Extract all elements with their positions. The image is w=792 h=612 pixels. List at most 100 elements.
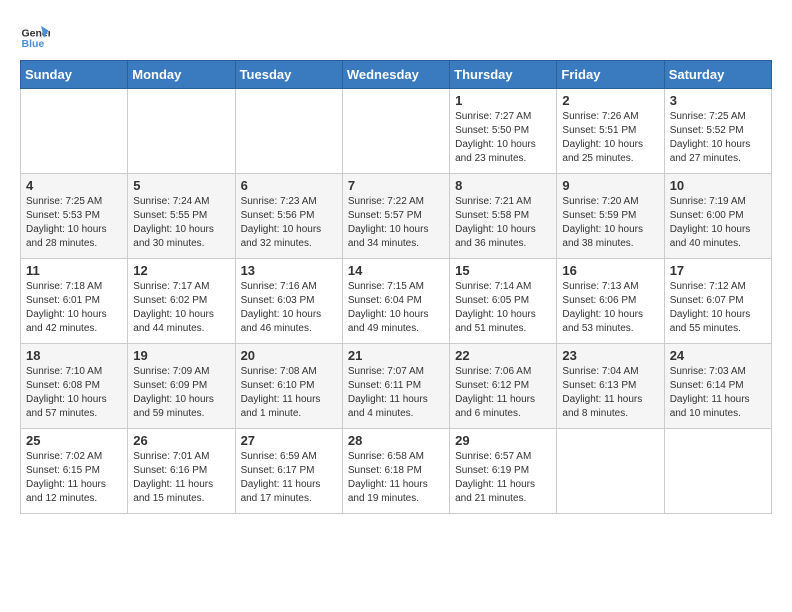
- calendar-cell: 24 Sunrise: 7:03 AM Sunset: 6:14 PM Dayli…: [664, 344, 771, 429]
- day-info: Sunrise: 7:19 AM Sunset: 6:00 PM Dayligh…: [670, 195, 766, 251]
- day-header-friday: Friday: [557, 61, 664, 89]
- calendar-week-3: 11Sunrise: 7:18 AM Sunset: 6:01 PM Dayli…: [21, 259, 772, 344]
- calendar-cell: 6 Sunrise: 7:23 AM Sunset: 5:56 PM Daylig…: [235, 174, 342, 259]
- day-number: 25: [26, 433, 122, 448]
- day-info: Sunrise: 7:03 AM Sunset: 6:14 PM Dayligh…: [670, 365, 766, 421]
- day-info: Sunrise: 7:22 AM Sunset: 5:57 PM Dayligh…: [348, 195, 444, 251]
- calendar-cell: 13 Sunrise: 7:16 AM Sunset: 6:03 PM Dayli…: [235, 259, 342, 344]
- calendar-cell: 1Sunrise: 7:27 AM Sunset: 5:50 PM Daylig…: [450, 89, 557, 174]
- calendar-cell: [128, 89, 235, 174]
- day-info: Sunrise: 7:25 AM Sunset: 5:52 PM Dayligh…: [670, 110, 766, 166]
- day-header-wednesday: Wednesday: [342, 61, 449, 89]
- day-number: 8: [455, 178, 551, 193]
- day-info: Sunrise: 7:09 AM Sunset: 6:09 PM Dayligh…: [133, 365, 229, 421]
- day-info: Sunrise: 7:08 AM Sunset: 6:10 PM Dayligh…: [241, 365, 337, 421]
- day-header-saturday: Saturday: [664, 61, 771, 89]
- day-number: 21: [348, 348, 444, 363]
- day-info: Sunrise: 7:20 AM Sunset: 5:59 PM Dayligh…: [562, 195, 658, 251]
- day-info: Sunrise: 7:04 AM Sunset: 6:13 PM Dayligh…: [562, 365, 658, 421]
- calendar-cell: 8 Sunrise: 7:21 AM Sunset: 5:58 PM Daylig…: [450, 174, 557, 259]
- day-number: 20: [241, 348, 337, 363]
- day-number: 22: [455, 348, 551, 363]
- calendar-cell: 26 Sunrise: 7:01 AM Sunset: 6:16 PM Dayli…: [128, 429, 235, 514]
- day-number: 15: [455, 263, 551, 278]
- calendar-cell: 17 Sunrise: 7:12 AM Sunset: 6:07 PM Dayli…: [664, 259, 771, 344]
- day-number: 13: [241, 263, 337, 278]
- day-info: Sunrise: 7:24 AM Sunset: 5:55 PM Dayligh…: [133, 195, 229, 251]
- day-number: 9: [562, 178, 658, 193]
- day-number: 4: [26, 178, 122, 193]
- page-header: General Blue: [20, 20, 772, 50]
- day-header-tuesday: Tuesday: [235, 61, 342, 89]
- calendar-cell: 29 Sunrise: 6:57 AM Sunset: 6:19 PM Dayli…: [450, 429, 557, 514]
- calendar-header-row: SundayMondayTuesdayWednesdayThursdayFrid…: [21, 61, 772, 89]
- calendar-cell: [21, 89, 128, 174]
- day-header-sunday: Sunday: [21, 61, 128, 89]
- day-info: Sunrise: 7:14 AM Sunset: 6:05 PM Dayligh…: [455, 280, 551, 336]
- day-info: Sunrise: 7:01 AM Sunset: 6:16 PM Dayligh…: [133, 450, 229, 506]
- day-info: Sunrise: 7:10 AM Sunset: 6:08 PM Dayligh…: [26, 365, 122, 421]
- day-number: 3: [670, 93, 766, 108]
- calendar-cell: 2 Sunrise: 7:26 AM Sunset: 5:51 PM Daylig…: [557, 89, 664, 174]
- day-number: 27: [241, 433, 337, 448]
- day-number: 28: [348, 433, 444, 448]
- calendar-cell: 4 Sunrise: 7:25 AM Sunset: 5:53 PM Daylig…: [21, 174, 128, 259]
- calendar-cell: 7 Sunrise: 7:22 AM Sunset: 5:57 PM Daylig…: [342, 174, 449, 259]
- calendar-cell: [664, 429, 771, 514]
- day-number: 12: [133, 263, 229, 278]
- calendar-cell: 22 Sunrise: 7:06 AM Sunset: 6:12 PM Dayli…: [450, 344, 557, 429]
- day-info: Sunrise: 7:23 AM Sunset: 5:56 PM Dayligh…: [241, 195, 337, 251]
- day-info: Sunrise: 7:06 AM Sunset: 6:12 PM Dayligh…: [455, 365, 551, 421]
- calendar-cell: [557, 429, 664, 514]
- calendar-week-5: 25 Sunrise: 7:02 AM Sunset: 6:15 PM Dayli…: [21, 429, 772, 514]
- calendar-cell: 27Sunrise: 6:59 AM Sunset: 6:17 PM Dayli…: [235, 429, 342, 514]
- day-header-monday: Monday: [128, 61, 235, 89]
- day-number: 18: [26, 348, 122, 363]
- day-info: Sunrise: 7:21 AM Sunset: 5:58 PM Dayligh…: [455, 195, 551, 251]
- calendar-cell: 5Sunrise: 7:24 AM Sunset: 5:55 PM Daylig…: [128, 174, 235, 259]
- logo: General Blue: [20, 20, 50, 50]
- day-info: Sunrise: 7:17 AM Sunset: 6:02 PM Dayligh…: [133, 280, 229, 336]
- calendar-cell: 9 Sunrise: 7:20 AM Sunset: 5:59 PM Daylig…: [557, 174, 664, 259]
- day-info: Sunrise: 7:15 AM Sunset: 6:04 PM Dayligh…: [348, 280, 444, 336]
- calendar-cell: 20 Sunrise: 7:08 AM Sunset: 6:10 PM Dayli…: [235, 344, 342, 429]
- calendar-cell: [235, 89, 342, 174]
- calendar-cell: 11Sunrise: 7:18 AM Sunset: 6:01 PM Dayli…: [21, 259, 128, 344]
- day-number: 26: [133, 433, 229, 448]
- calendar-cell: 3 Sunrise: 7:25 AM Sunset: 5:52 PM Daylig…: [664, 89, 771, 174]
- day-info: Sunrise: 7:13 AM Sunset: 6:06 PM Dayligh…: [562, 280, 658, 336]
- day-info: Sunrise: 6:58 AM Sunset: 6:18 PM Dayligh…: [348, 450, 444, 506]
- day-number: 17: [670, 263, 766, 278]
- day-number: 24: [670, 348, 766, 363]
- day-info: Sunrise: 7:07 AM Sunset: 6:11 PM Dayligh…: [348, 365, 444, 421]
- calendar-week-1: 1Sunrise: 7:27 AM Sunset: 5:50 PM Daylig…: [21, 89, 772, 174]
- day-info: Sunrise: 7:26 AM Sunset: 5:51 PM Dayligh…: [562, 110, 658, 166]
- calendar-week-2: 4 Sunrise: 7:25 AM Sunset: 5:53 PM Daylig…: [21, 174, 772, 259]
- day-info: Sunrise: 7:25 AM Sunset: 5:53 PM Dayligh…: [26, 195, 122, 251]
- calendar-cell: 25 Sunrise: 7:02 AM Sunset: 6:15 PM Dayli…: [21, 429, 128, 514]
- calendar-cell: 18 Sunrise: 7:10 AM Sunset: 6:08 PM Dayli…: [21, 344, 128, 429]
- calendar-cell: 15 Sunrise: 7:14 AM Sunset: 6:05 PM Dayli…: [450, 259, 557, 344]
- day-number: 16: [562, 263, 658, 278]
- day-number: 10: [670, 178, 766, 193]
- day-info: Sunrise: 7:27 AM Sunset: 5:50 PM Dayligh…: [455, 110, 551, 166]
- day-number: 14: [348, 263, 444, 278]
- day-info: Sunrise: 7:18 AM Sunset: 6:01 PM Dayligh…: [26, 280, 122, 336]
- day-info: Sunrise: 7:16 AM Sunset: 6:03 PM Dayligh…: [241, 280, 337, 336]
- calendar-cell: 19Sunrise: 7:09 AM Sunset: 6:09 PM Dayli…: [128, 344, 235, 429]
- day-number: 6: [241, 178, 337, 193]
- logo-icon: General Blue: [20, 20, 50, 50]
- day-number: 7: [348, 178, 444, 193]
- day-info: Sunrise: 6:57 AM Sunset: 6:19 PM Dayligh…: [455, 450, 551, 506]
- day-number: 2: [562, 93, 658, 108]
- day-info: Sunrise: 7:12 AM Sunset: 6:07 PM Dayligh…: [670, 280, 766, 336]
- calendar-cell: 23Sunrise: 7:04 AM Sunset: 6:13 PM Dayli…: [557, 344, 664, 429]
- day-number: 29: [455, 433, 551, 448]
- day-info: Sunrise: 7:02 AM Sunset: 6:15 PM Dayligh…: [26, 450, 122, 506]
- calendar-table: SundayMondayTuesdayWednesdayThursdayFrid…: [20, 60, 772, 514]
- svg-text:Blue: Blue: [22, 38, 45, 50]
- calendar-cell: 14 Sunrise: 7:15 AM Sunset: 6:04 PM Dayli…: [342, 259, 449, 344]
- calendar-cell: 10 Sunrise: 7:19 AM Sunset: 6:00 PM Dayli…: [664, 174, 771, 259]
- calendar-cell: 21 Sunrise: 7:07 AM Sunset: 6:11 PM Dayli…: [342, 344, 449, 429]
- calendar-cell: 12 Sunrise: 7:17 AM Sunset: 6:02 PM Dayli…: [128, 259, 235, 344]
